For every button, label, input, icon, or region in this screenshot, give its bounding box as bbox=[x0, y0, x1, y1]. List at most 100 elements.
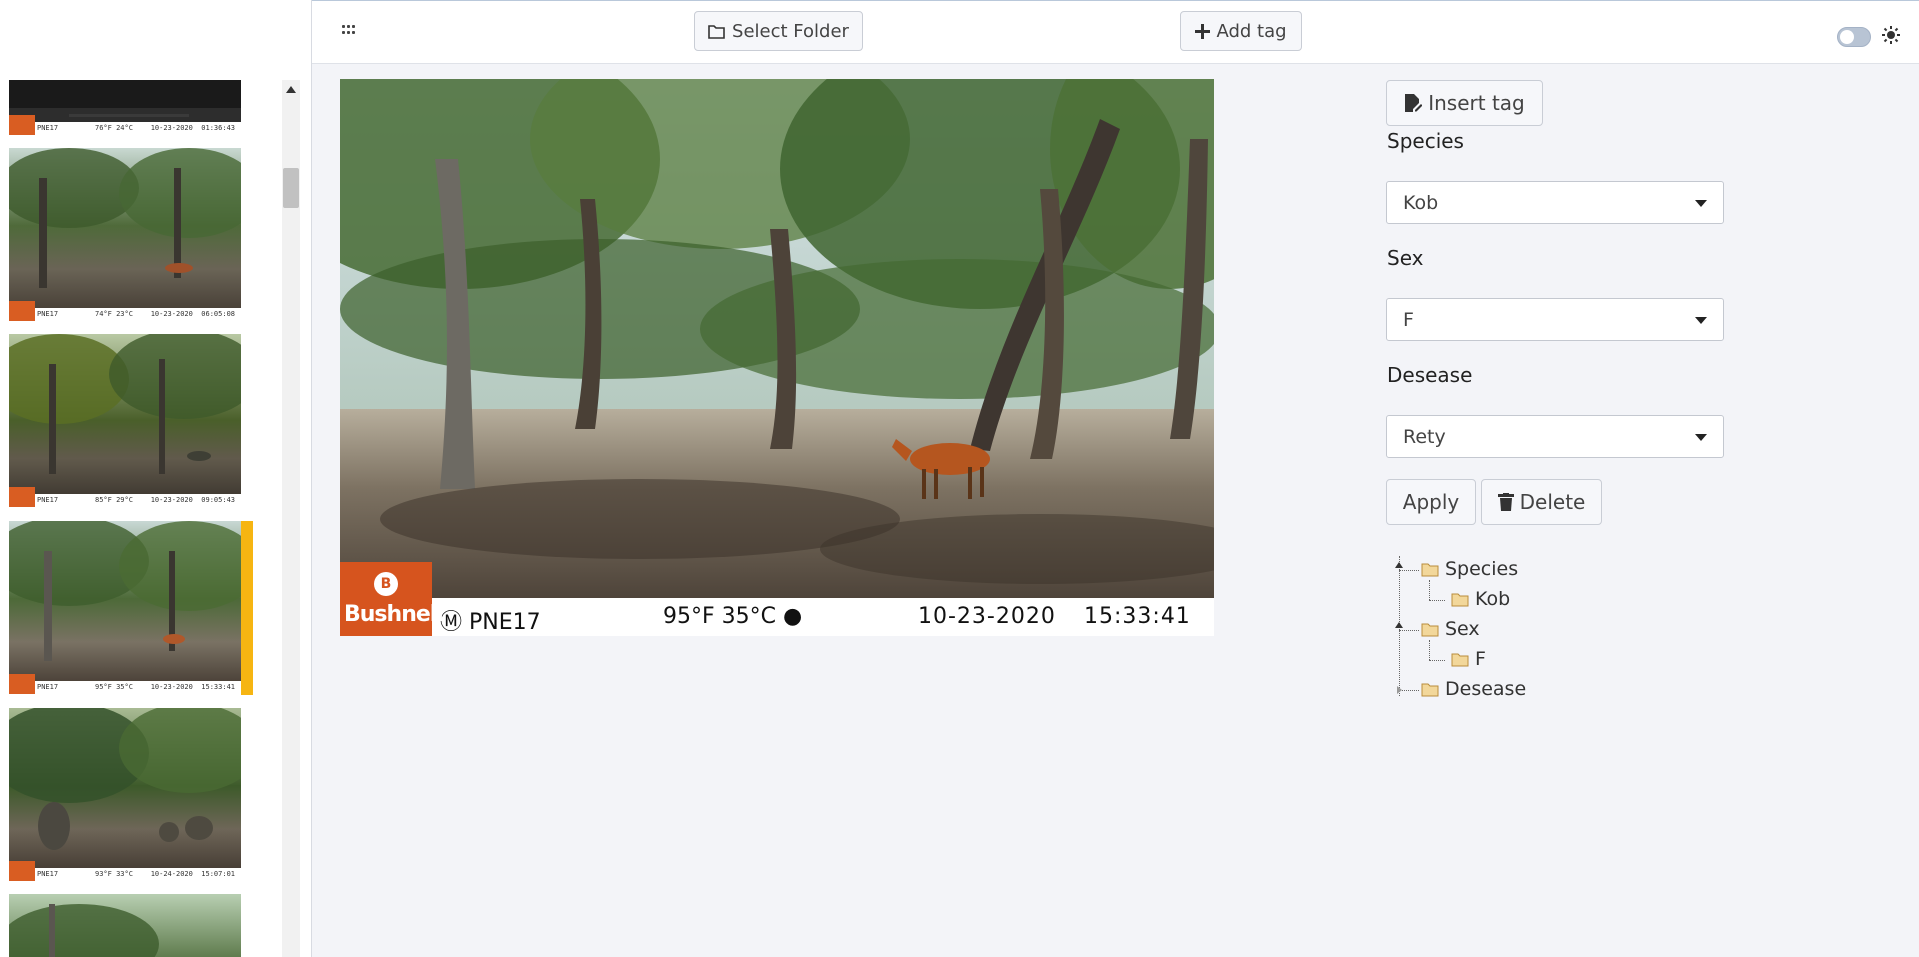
thumbnail-info-strip: PNE17 74°F 23°C 10-23-2020 06:05:08 bbox=[9, 301, 241, 321]
thumbnail-datetime: 10-23-2020 15:33:41 bbox=[150, 683, 235, 691]
tree-connector bbox=[1399, 690, 1419, 691]
camera-id: Ⓜ PNE17 bbox=[440, 610, 541, 635]
thumbnail-image bbox=[9, 708, 241, 881]
tree-node-species[interactable]: Species bbox=[1421, 558, 1518, 580]
desease-select[interactable]: Rety bbox=[1386, 415, 1724, 458]
thumbnail-datetime: 10-24-2020 15:07:01 bbox=[150, 870, 235, 878]
tree-node-label: F bbox=[1475, 648, 1486, 670]
tree-collapsed-toggle[interactable] bbox=[1397, 686, 1402, 694]
thumbnail-camera: PNE17 bbox=[37, 124, 59, 132]
bushnell-logo-icon bbox=[9, 301, 35, 321]
thumbnail-temp: 74°F 23°C bbox=[95, 310, 133, 318]
thumbnail-temp: 95°F 35°C bbox=[95, 683, 133, 691]
sex-select[interactable]: F bbox=[1386, 298, 1724, 341]
tree-connector bbox=[1429, 640, 1430, 660]
insert-tag-label: Insert tag bbox=[1428, 91, 1525, 115]
select-folder-button[interactable]: Select Folder bbox=[694, 11, 863, 51]
species-select[interactable]: Kob bbox=[1386, 181, 1724, 224]
sidebar-scrollbar-thumb[interactable] bbox=[283, 168, 299, 208]
bushnell-logo-icon bbox=[9, 115, 35, 135]
insert-tag-button[interactable]: Insert tag bbox=[1386, 80, 1543, 126]
bushnell-logo-icon bbox=[9, 487, 35, 507]
folder-icon bbox=[1451, 653, 1469, 667]
bushnell-logo-icon bbox=[9, 674, 35, 694]
tree-node-label: Species bbox=[1445, 558, 1519, 580]
thumbnail-item-selected[interactable]: PNE17 95°F 35°C 10-23-2020 15:33:41 bbox=[9, 521, 241, 694]
thumbnail-item[interactable]: PNE17 74°F 23°C 10-23-2020 06:05:08 bbox=[9, 148, 241, 321]
main-camera-image[interactable]: Ⓜ PNE17 95°F 35°C ● 10-23-2020 15:33:41 … bbox=[340, 79, 1214, 636]
plus-icon bbox=[1195, 23, 1211, 39]
thumbnail-datetime: 10-23-2020 06:05:08 bbox=[150, 310, 235, 318]
bushnell-logo-icon bbox=[9, 861, 35, 881]
tree-connector bbox=[1399, 630, 1419, 631]
species-value: Kob bbox=[1403, 191, 1439, 214]
delete-button[interactable]: Delete bbox=[1481, 479, 1602, 525]
tree-expand-toggle[interactable] bbox=[1395, 622, 1403, 628]
thumbnail-camera: PNE17 bbox=[37, 310, 59, 318]
apply-button[interactable]: Apply bbox=[1386, 479, 1476, 525]
desease-label: Desease bbox=[1387, 363, 1473, 387]
thumbnail-list[interactable]: PNE17 76°F 24°C 10-23-2020 01:36:43 PNE1… bbox=[0, 80, 280, 957]
image-info-strip: Ⓜ PNE17 95°F 35°C ● 10-23-2020 15:33:41 bbox=[340, 598, 1214, 636]
camera-trap-photo bbox=[340, 79, 1214, 636]
thumbnail-datetime: 10-23-2020 09:05:43 bbox=[150, 496, 235, 504]
capture-time: 15:33:41 bbox=[1084, 604, 1191, 629]
tree-node-label: Desease bbox=[1445, 678, 1527, 700]
thumbnail-info-strip: PNE17 85°F 29°C 10-23-2020 09:05:43 bbox=[9, 487, 241, 507]
temperature: 95°F 35°C ● bbox=[663, 604, 803, 629]
tree-connector bbox=[1399, 570, 1419, 571]
thumbnail-sidebar: PNE17 76°F 24°C 10-23-2020 01:36:43 PNE1… bbox=[0, 0, 312, 957]
toggle-knob bbox=[1840, 30, 1854, 44]
sex-label: Sex bbox=[1387, 246, 1424, 270]
chevron-down-icon bbox=[1695, 317, 1707, 324]
tree-expand-toggle[interactable] bbox=[1395, 562, 1403, 568]
desease-value: Rety bbox=[1403, 425, 1446, 448]
thumbnail-item[interactable] bbox=[9, 894, 241, 957]
thumbnail-camera: PNE17 bbox=[37, 683, 59, 691]
tree-node-kob[interactable]: Kob bbox=[1451, 588, 1510, 610]
thumbnail-image bbox=[9, 334, 241, 507]
folder-icon bbox=[1421, 623, 1439, 637]
folder-icon bbox=[1451, 593, 1469, 607]
apply-label: Apply bbox=[1402, 490, 1460, 514]
thumbnail-camera: PNE17 bbox=[37, 870, 59, 878]
species-label: Species bbox=[1387, 129, 1464, 153]
thumbnail-temp: 85°F 29°C bbox=[95, 496, 133, 504]
add-tag-label: Add tag bbox=[1216, 20, 1287, 42]
trash-icon bbox=[1497, 493, 1514, 511]
tree-node-label: Kob bbox=[1475, 588, 1511, 610]
tree-connector bbox=[1429, 580, 1430, 600]
folder-icon bbox=[1421, 563, 1439, 577]
tree-node-sex[interactable]: Sex bbox=[1421, 618, 1480, 640]
tree-node-desease[interactable]: Desease bbox=[1421, 678, 1526, 700]
thumbnail-item[interactable]: PNE17 76°F 24°C 10-23-2020 01:36:43 bbox=[9, 80, 241, 135]
thumbnail-info-strip: PNE17 95°F 35°C 10-23-2020 15:33:41 bbox=[9, 674, 241, 694]
add-tag-button[interactable]: Add tag bbox=[1180, 11, 1302, 51]
thumbnail-item[interactable]: PNE17 93°F 33°C 10-24-2020 15:07:01 bbox=[9, 708, 241, 881]
theme-toggle[interactable] bbox=[1837, 27, 1871, 47]
tree-node-f[interactable]: F bbox=[1451, 648, 1486, 670]
selection-indicator bbox=[241, 521, 253, 695]
thumbnail-image bbox=[9, 894, 241, 957]
thumbnail-temp: 76°F 24°C bbox=[95, 124, 133, 132]
thumbnail-info-strip: PNE17 93°F 33°C 10-24-2020 15:07:01 bbox=[9, 861, 241, 881]
scroll-up-arrow-icon[interactable] bbox=[286, 86, 296, 93]
bushnell-b-icon: B bbox=[374, 572, 398, 596]
delete-label: Delete bbox=[1519, 490, 1586, 514]
chevron-down-icon bbox=[1695, 200, 1707, 207]
file-pen-icon bbox=[1405, 94, 1423, 112]
bushnell-brand-text: Bushnell bbox=[344, 602, 444, 627]
folder-icon bbox=[708, 24, 725, 39]
bushnell-logo: B Bushnell bbox=[340, 562, 444, 636]
thumbnail-datetime: 10-23-2020 01:36:43 bbox=[150, 124, 235, 132]
top-toolbar bbox=[312, 1, 1919, 64]
tree-connector bbox=[1429, 660, 1445, 661]
grid-icon[interactable] bbox=[342, 25, 357, 36]
sidebar-scrollbar[interactable] bbox=[282, 80, 300, 957]
thumbnail-info-strip: PNE17 76°F 24°C 10-23-2020 01:36:43 bbox=[9, 115, 241, 135]
tree-connector bbox=[1429, 600, 1445, 601]
sex-value: F bbox=[1403, 308, 1414, 331]
thumbnail-image bbox=[9, 148, 241, 321]
thumbnail-item[interactable]: PNE17 85°F 29°C 10-23-2020 09:05:43 bbox=[9, 334, 241, 507]
tree-node-label: Sex bbox=[1445, 618, 1480, 640]
